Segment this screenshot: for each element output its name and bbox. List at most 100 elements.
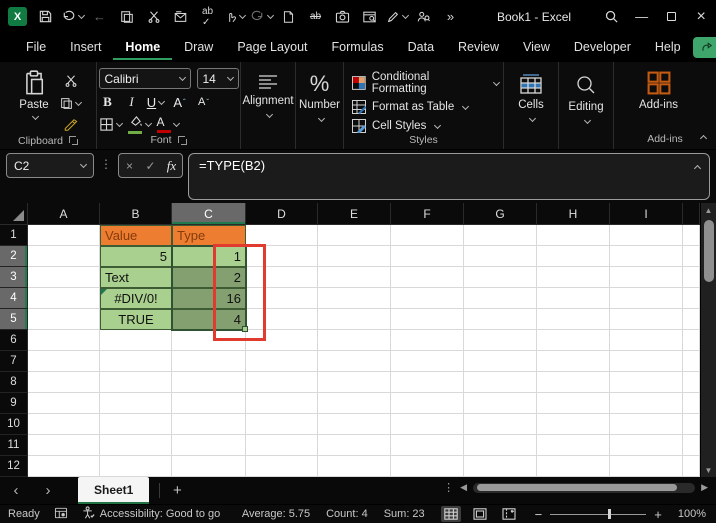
share-button[interactable]: Share [692,37,716,58]
column-header-G[interactable]: G [464,203,537,225]
scroll-left-icon[interactable]: ◀ [460,482,467,493]
tab-file[interactable]: File [14,35,58,61]
fill-handle[interactable] [242,326,248,332]
cell-E6[interactable] [318,330,391,351]
cell-styles-button[interactable]: Cell Styles [352,119,499,133]
horizontal-scrollbar-track[interactable] [473,482,696,493]
cell-B6[interactable] [100,330,172,351]
cell-A2[interactable] [28,246,100,267]
cell-F12[interactable] [391,456,464,477]
cell-F10[interactable] [391,414,464,435]
cell-C5[interactable]: 4 [172,309,246,330]
tab-help[interactable]: Help [643,35,693,61]
row-header-11[interactable]: 11 [0,435,28,456]
cell-F2[interactable] [391,246,464,267]
cell-C8[interactable] [172,372,246,393]
shrink-font-button[interactable]: Aˇ [195,93,213,111]
row-header-8[interactable]: 8 [0,372,28,393]
cell-F9[interactable] [391,393,464,414]
vertical-scrollbar[interactable]: ▲ ▼ [700,203,716,477]
copy-icon[interactable] [114,4,139,30]
cell-C4[interactable]: 16 [172,288,246,309]
cell-H1[interactable] [537,225,610,246]
save-icon[interactable] [33,4,58,30]
cell-D5[interactable] [246,309,318,330]
tab-formulas[interactable]: Formulas [320,35,396,61]
cell-G8[interactable] [464,372,537,393]
cell-F7[interactable] [391,351,464,372]
cell-D8[interactable] [246,372,318,393]
cell-H8[interactable] [537,372,610,393]
cell-I10[interactable] [610,414,683,435]
new-file-icon[interactable] [276,4,301,30]
status-sum[interactable]: Sum: 23 [384,508,425,520]
cell-D11[interactable] [246,435,318,456]
cut-button[interactable] [58,72,84,90]
cell-F5[interactable] [391,309,464,330]
minimize-button[interactable]: — [627,0,657,33]
cell-F11[interactable] [391,435,464,456]
cancel-icon[interactable]: × [119,159,140,173]
spelling-icon[interactable]: ab ✓ [195,4,220,30]
cell-partial-8[interactable] [683,372,700,393]
row-header-10[interactable]: 10 [0,414,28,435]
grow-font-button[interactable]: Aˆ [171,93,189,111]
cell-I12[interactable] [610,456,683,477]
cell-A1[interactable] [28,225,100,246]
cell-I6[interactable] [610,330,683,351]
copy-button[interactable] [58,94,84,112]
tab-insert[interactable]: Insert [58,35,113,61]
row-header-12[interactable]: 12 [0,456,28,477]
cell-B8[interactable] [100,372,172,393]
cell-partial-7[interactable] [683,351,700,372]
cell-E1[interactable] [318,225,391,246]
ink-pen-icon[interactable] [384,4,409,30]
cell-H7[interactable] [537,351,610,372]
enter-icon[interactable]: ✓ [140,159,161,173]
cell-partial-4[interactable] [683,288,700,309]
font-name-combobox[interactable]: Calibri [98,68,191,89]
cell-F6[interactable] [391,330,464,351]
cell-B11[interactable] [100,435,172,456]
cell-E3[interactable] [318,267,391,288]
cell-F3[interactable] [391,267,464,288]
insert-function-icon[interactable]: fx [161,158,182,174]
row-header-1[interactable]: 1 [0,225,28,246]
font-color-button[interactable]: A [156,115,180,133]
cell-H2[interactable] [537,246,610,267]
cell-B1[interactable]: Value [100,225,172,246]
row-header-4[interactable]: 4 [0,288,28,309]
undo-icon[interactable] [60,4,86,30]
row-header-2[interactable]: 2 [0,246,28,267]
select-all-corner[interactable] [0,203,28,225]
next-sheet-icon[interactable]: › [32,477,64,504]
cell-partial-5[interactable] [683,309,700,330]
cell-A3[interactable] [28,267,100,288]
cell-I8[interactable] [610,372,683,393]
cell-D3[interactable] [246,267,318,288]
cell-E7[interactable] [318,351,391,372]
cell-E2[interactable] [318,246,391,267]
cell-B2[interactable]: 5 [100,246,172,267]
cell-G3[interactable] [464,267,537,288]
column-header-partial[interactable] [683,203,700,225]
cell-E10[interactable] [318,414,391,435]
column-header-A[interactable]: A [28,203,100,225]
cell-D12[interactable] [246,456,318,477]
tab-review[interactable]: Review [446,35,511,61]
cell-B7[interactable] [100,351,172,372]
zoom-slider-thumb[interactable] [608,509,612,519]
cell-G9[interactable] [464,393,537,414]
cell-B3[interactable]: Text [100,267,172,288]
cell-D6[interactable] [246,330,318,351]
email-icon[interactable] [168,4,193,30]
column-header-H[interactable]: H [537,203,610,225]
cell-I7[interactable] [610,351,683,372]
cell-partial-9[interactable] [683,393,700,414]
cell-E11[interactable] [318,435,391,456]
cell-H6[interactable] [537,330,610,351]
search-icon[interactable] [597,0,627,33]
editing-button[interactable]: Editing [563,66,609,125]
row-header-7[interactable]: 7 [0,351,28,372]
zoom-out-button[interactable]: − [535,507,543,522]
